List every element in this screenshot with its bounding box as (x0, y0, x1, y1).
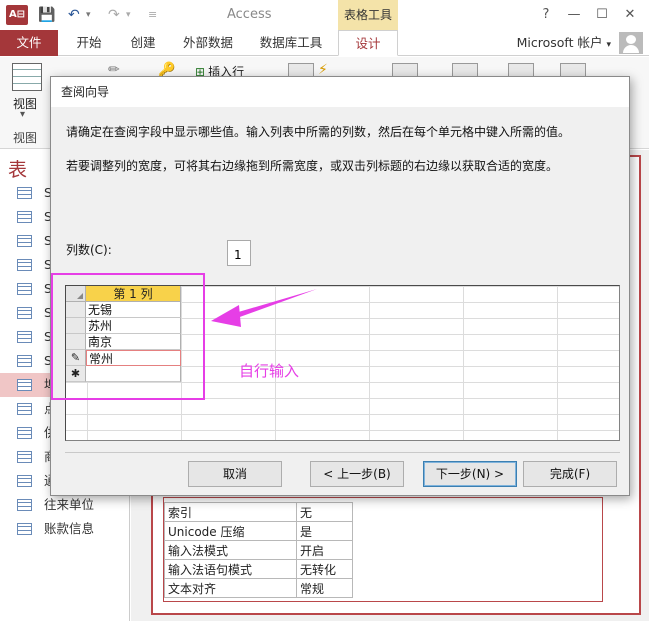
customize-qat-icon[interactable]: ≡ (148, 6, 157, 24)
instruction-line-1: 请确定在查阅字段中显示哪些值。输入列表中所需的列数，然后在每个单元格中键入所需的… (66, 125, 571, 139)
nav-table-item[interactable]: 账款信息 (0, 517, 130, 541)
finish-button[interactable]: 完成(F) (523, 461, 617, 487)
columns-count-label: 列数(C): (66, 243, 112, 257)
undo-icon[interactable]: ↶ (68, 6, 80, 24)
table-icon (17, 451, 32, 463)
ribbon-tab-row: 文件 开始 创建 外部数据 数据库工具 设计 Microsoft 帐户 ▾ (0, 30, 649, 56)
back-button[interactable]: < 上一步(B) (310, 461, 404, 487)
property-row[interactable]: 输入法模式 开启 (164, 540, 353, 560)
table-icon (17, 427, 32, 439)
dialog-title: 查阅向导 (51, 77, 629, 107)
property-row[interactable]: 输入法语句模式 无转化 (164, 559, 353, 579)
redo-dropdown-icon[interactable]: ▾ (126, 6, 131, 24)
property-key: Unicode 压缩 (164, 521, 297, 541)
property-value[interactable]: 无转化 (296, 559, 353, 579)
property-value[interactable]: 开启 (296, 540, 353, 560)
view-group-label: 视图 (13, 131, 38, 145)
property-value[interactable]: 常规 (296, 578, 353, 598)
table-icon (17, 379, 32, 391)
table-icon (17, 499, 32, 511)
tab-database-tools[interactable]: 数据库工具 (252, 30, 330, 56)
table-icon (17, 259, 32, 271)
table-icon (17, 403, 32, 415)
access-app-icon[interactable]: A⊟ (6, 5, 28, 25)
cancel-button[interactable]: 取消 (188, 461, 282, 487)
table-icon (17, 331, 32, 343)
window-title: Access (227, 7, 272, 22)
view-icon[interactable] (12, 63, 42, 91)
table-icon (17, 235, 32, 247)
tab-create[interactable]: 创建 (120, 30, 166, 56)
table-icon (17, 307, 32, 319)
property-value[interactable]: 是 (296, 521, 353, 541)
dialog-separator (65, 452, 620, 453)
nav-table-label: 账款信息 (44, 521, 95, 536)
property-key: 输入法模式 (164, 540, 297, 560)
property-key: 文本对齐 (164, 578, 297, 598)
account-menu[interactable]: Microsoft 帐户 ▾ (517, 30, 611, 56)
annotation-highlight-box (51, 273, 205, 400)
minimize-button[interactable]: — (562, 4, 586, 26)
next-button[interactable]: 下一步(N) > (423, 461, 517, 487)
table-icon (17, 283, 32, 295)
property-key: 索引 (164, 502, 297, 522)
restore-button[interactable]: ☐ (590, 4, 614, 26)
table-icon (17, 475, 32, 487)
table-icon (17, 355, 32, 367)
avatar[interactable] (619, 32, 643, 54)
property-row[interactable]: 文本对齐 常规 (164, 578, 353, 598)
columns-count-input[interactable] (227, 240, 251, 266)
table-icon (17, 523, 32, 535)
view-dropdown-icon[interactable]: ▾ (20, 109, 25, 120)
account-label: Microsoft 帐户 (516, 35, 603, 50)
tab-design[interactable]: 设计 (338, 30, 398, 56)
title-bar: A⊟ 💾 ↶ ▾ ↷ ▾ ≡ Access 表格工具 ? — ☐ ✕ (0, 0, 649, 30)
undo-dropdown-icon[interactable]: ▾ (86, 6, 91, 24)
property-key: 输入法语句模式 (164, 559, 297, 579)
nav-pane-header[interactable]: 表 (8, 155, 27, 182)
tab-external-data[interactable]: 外部数据 (174, 30, 242, 56)
property-value[interactable]: 无 (296, 502, 353, 522)
help-button[interactable]: ? (534, 4, 558, 26)
table-icon (17, 211, 32, 223)
field-properties-table: 索引无 Unicode 压缩是 输入法模式 开启 输入法语句模式 无转化 文本对齐常… (164, 502, 353, 598)
nav-table-item[interactable]: 往来单位 (0, 493, 130, 517)
instruction-line-2: 若要调整列的宽度，可将其右边缘拖到所需宽度，或双击列标题的右边缘以获取合适的宽度… (66, 159, 559, 173)
property-row[interactable]: Unicode 压缩是 (164, 521, 353, 541)
table-tools-context-label: 表格工具 (338, 0, 398, 30)
nav-table-label: 往来单位 (44, 497, 95, 512)
save-icon[interactable]: 💾 (38, 6, 55, 24)
tab-home[interactable]: 开始 (66, 30, 112, 56)
close-button[interactable]: ✕ (618, 4, 642, 26)
property-row[interactable]: 索引无 (164, 502, 353, 522)
tab-file[interactable]: 文件 (0, 30, 58, 56)
annotation-arrow-icon (211, 289, 317, 327)
annotation-text: 自行输入 (239, 362, 300, 380)
table-icon (17, 187, 32, 199)
chevron-down-icon: ▾ (606, 40, 611, 50)
redo-icon[interactable]: ↷ (108, 6, 120, 24)
